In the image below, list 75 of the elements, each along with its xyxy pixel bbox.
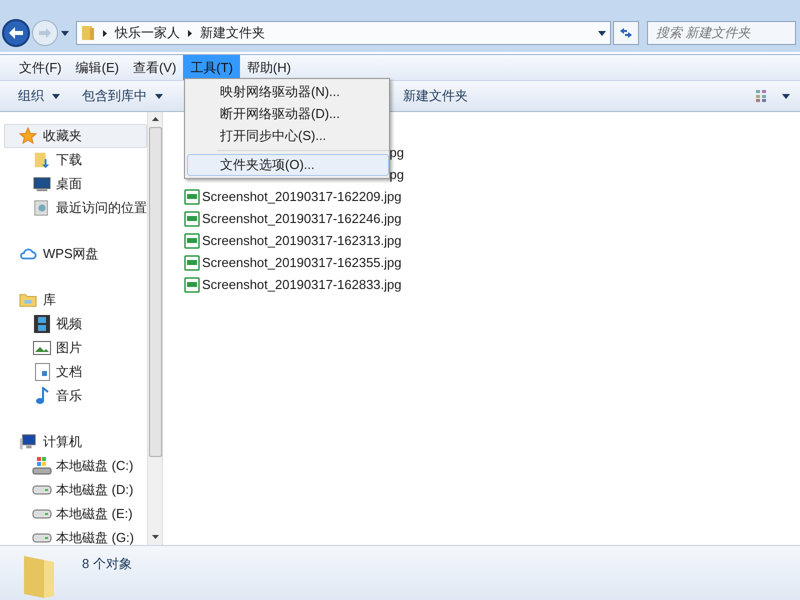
document-icon [34,363,50,381]
breadcrumb[interactable]: 快乐一家人 [115,23,180,43]
drive-icon [32,485,52,495]
toolbar-button[interactable]: 新建文件夹 [395,84,476,108]
menu-item[interactable]: 帮助(H) [240,55,298,80]
file-item[interactable]: Screenshot_20190317-162246.jpg [184,208,800,230]
menu-option[interactable]: 打开同步中心(S)... [187,125,387,147]
refresh-button[interactable] [613,21,639,45]
monitor-icon [33,176,51,192]
navigation-item[interactable]: 最近访问的位置 [4,196,147,220]
file-item[interactable]: Screenshot_20190317-162355.jpg [184,252,800,274]
menu-option[interactable]: 映射网络驱动器(N)... [187,81,387,103]
navigation-item[interactable]: 本地磁盘 (C:) [4,454,147,478]
caret-icon [598,30,606,36]
drive-icon [32,509,52,519]
left-arrow-icon [9,27,23,39]
scroll-thumb[interactable] [148,127,162,457]
navigation-item[interactable]: 下载 [4,148,147,172]
file-name: pg [390,166,404,184]
menu-item[interactable]: 编辑(E) [68,55,126,80]
navigation-group[interactable]: WPS网盘 [4,242,147,266]
breadcrumb[interactable]: 新建文件夹 [200,23,265,43]
film-icon [34,315,50,333]
jpg-file-icon [184,233,200,249]
folder-icon [81,25,95,41]
drive-icon [32,533,52,543]
music-note-icon [35,387,49,405]
jpg-file-icon [184,211,200,227]
jpg-file-icon [184,255,200,271]
navigation-item[interactable]: 桌面 [4,172,147,196]
caret-icon [155,94,163,98]
caret-icon [52,94,60,98]
navigation-item[interactable]: 图片 [4,336,147,360]
jpg-file-icon [184,189,200,205]
navigation-group[interactable]: 库 [4,288,147,312]
menu-item[interactable]: 查看(V) [126,55,184,80]
scroll-up-icon [152,117,158,121]
navigation-item[interactable]: 本地磁盘 (D:) [4,478,147,502]
search-field[interactable]: 搜索 新建文件夹 [647,21,796,45]
navigation-group[interactable]: 收藏夹 [4,124,147,148]
menu-option[interactable]: 文件夹选项(O)... [187,154,389,176]
system-drive-icon [32,457,52,475]
address-bar[interactable]: 快乐一家人 新建文件夹 [76,21,611,45]
computer-icon [19,433,37,451]
chevron-right-icon [103,30,107,36]
navigation-item[interactable]: 视频 [4,312,147,336]
picture-icon [33,341,51,355]
cloud-icon [19,247,37,261]
toolbar-button[interactable]: 组织 [10,84,68,108]
menu-option[interactable]: 断开网络驱动器(D)... [187,103,387,125]
recent-places-icon [33,199,51,217]
folder-icon [19,292,37,308]
refresh-icon [619,27,633,39]
file-item[interactable]: Screenshot_20190317-162209.jpg [184,186,800,208]
menu-item[interactable]: 工具(T) [183,55,240,80]
scroll-down-icon [152,535,158,539]
back-button[interactable] [2,19,30,47]
item-count: 8 个对象 [82,555,132,573]
jpg-file-icon [184,277,200,293]
navigation-item[interactable]: 音乐 [4,384,147,408]
chevron-right-icon [188,30,192,36]
caret-icon [782,94,790,98]
folder-download-icon [33,151,51,169]
file-item[interactable]: Screenshot_20190317-162833.jpg [184,274,800,296]
navigation-item[interactable]: 本地磁盘 (E:) [4,502,147,526]
menu-item[interactable]: 文件(F) [12,55,69,80]
file-item[interactable]: Screenshot_20190317-162313.jpg [184,230,800,252]
navigation-item[interactable]: 本地磁盘 (G:) [4,526,147,545]
star-icon [19,127,37,145]
caret-icon [61,30,69,36]
navigation-group[interactable]: 计算机 [4,430,147,454]
navigation-item[interactable]: 文档 [4,360,147,384]
toolbar-button[interactable]: 包含到库中 [74,84,171,108]
right-arrow-icon [39,28,51,38]
file-name: pg [390,144,404,162]
